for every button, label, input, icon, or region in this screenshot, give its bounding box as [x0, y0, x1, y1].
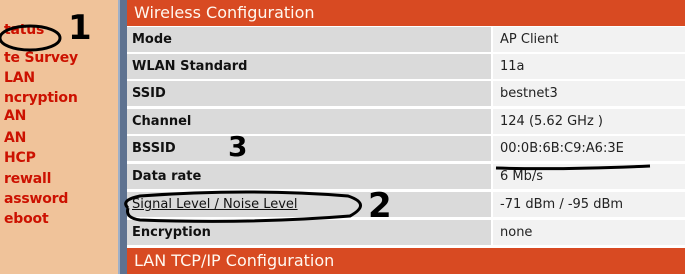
annotation-number-two: 2 [368, 186, 392, 226]
nav-reboot[interactable]: eboot [4, 211, 49, 227]
table-row: BSSID 00:0B:6B:C9:A6:3E [127, 136, 685, 161]
lan-config-header: LAN TCP/IP Configuration [127, 248, 685, 274]
nav-password[interactable]: assword [4, 191, 68, 207]
table-row: Signal Level / Noise Level -71 dBm / -95… [127, 192, 685, 217]
table-row: WLAN Standard 11a [127, 54, 685, 79]
row-value-data-rate: 6 Mb/s [493, 164, 685, 189]
row-value-ssid: bestnet3 [493, 81, 685, 106]
sidebar-divider [118, 0, 127, 274]
table-row: Encryption none [127, 220, 685, 245]
row-label-mode: Mode [127, 27, 491, 52]
row-label-data-rate: Data rate [127, 164, 491, 189]
annotation-number-one: 1 [68, 8, 92, 48]
table-row: Data rate 6 Mb/s [127, 164, 685, 189]
row-value-signal-noise: -71 dBm / -95 dBm [493, 192, 685, 217]
table-row: SSID bestnet3 [127, 81, 685, 106]
nav-firewall[interactable]: rewall [4, 171, 51, 187]
row-label-signal-noise: Signal Level / Noise Level [127, 192, 491, 217]
row-label-channel: Channel [127, 109, 491, 134]
nav-dhcp[interactable]: HCP [4, 150, 36, 166]
nav-status[interactable]: tatus [4, 22, 44, 38]
row-value-channel: 124 (5.62 GHz ) [493, 109, 685, 134]
nav-site-survey[interactable]: te Survey [4, 50, 78, 66]
nav-lan[interactable]: AN [4, 108, 26, 124]
wireless-config-header: Wireless Configuration [127, 0, 685, 26]
annotation-number-three: 3 [228, 130, 248, 163]
nav-wlan[interactable]: LAN [4, 70, 35, 86]
nav-encryption[interactable]: ncryption [4, 90, 78, 106]
nav-wan[interactable]: AN [4, 130, 26, 146]
row-label-bssid: BSSID [127, 136, 491, 161]
row-value-encryption: none [493, 220, 685, 245]
sidebar-nav: tatus te Survey LAN ncryption AN AN HCP … [0, 0, 118, 274]
row-label-ssid: SSID [127, 81, 491, 106]
row-value-wlan-standard: 11a [493, 54, 685, 79]
row-label-encryption: Encryption [127, 220, 491, 245]
sidebar-divider-highlight [118, 0, 120, 274]
table-row: Mode AP Client [127, 27, 685, 52]
row-value-bssid: 00:0B:6B:C9:A6:3E [493, 136, 685, 161]
row-value-mode: AP Client [493, 27, 685, 52]
row-label-wlan-standard: WLAN Standard [127, 54, 491, 79]
main-panel: Wireless Configuration Mode AP Client WL… [127, 0, 685, 274]
table-row: Channel 124 (5.62 GHz ) [127, 109, 685, 134]
